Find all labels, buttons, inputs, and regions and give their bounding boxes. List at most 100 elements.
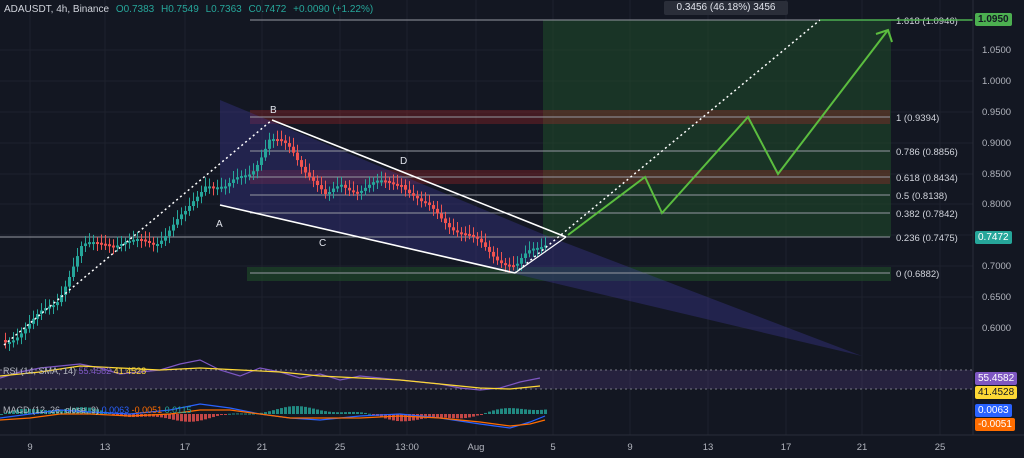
symbol-name[interactable]: ADAUSDT, 4h, Binance [4, 4, 109, 15]
candle-body [320, 185, 323, 190]
macd-value-1: 0.0063 [101, 405, 130, 415]
candle-body [268, 139, 271, 149]
price-chart[interactable]: 1.618 (1.0946) 1 (0.9394) 0.786 (0.8856)… [0, 0, 1024, 458]
macd-bar [472, 414, 475, 417]
macd-bar [272, 410, 275, 414]
macd-bar [492, 410, 495, 414]
candle-body [388, 180, 391, 183]
candle-body [516, 263, 519, 266]
macd-bar [504, 408, 507, 414]
macd-bar [480, 414, 483, 415]
candle-body [260, 157, 263, 165]
macd-bar [344, 412, 347, 414]
point-c-label: C [319, 238, 326, 249]
macd-bar [180, 414, 183, 422]
macd-bar [320, 410, 323, 414]
macd-bar [220, 414, 223, 416]
macd-value-tag: 0.0063 [975, 404, 1012, 417]
candle-body [200, 192, 203, 197]
rsi-value-2: 41.4528 [113, 366, 147, 376]
macd-bar [508, 408, 511, 414]
macd-bar [312, 408, 315, 414]
macd-bar [516, 408, 519, 414]
time-axis[interactable] [0, 435, 973, 458]
candle-body [188, 206, 191, 211]
time-tick-label: 17 [180, 442, 191, 453]
current-price-tag: 0.7472 [975, 231, 1012, 244]
macd-bar [232, 413, 235, 415]
macd-bar [440, 414, 443, 418]
candle-body [364, 187, 367, 191]
macd-bar [456, 414, 459, 419]
candle-body [328, 192, 331, 195]
candle-body [36, 314, 39, 319]
candle-body [132, 239, 135, 242]
measure-label: 0.3456 (46.18%) 3456 [664, 1, 788, 15]
candle-body [444, 218, 447, 224]
candle-body [484, 242, 487, 247]
macd-legend[interactable]: MACD (12, 26, close, 9) 0.0063 -0.0051 0… [3, 405, 192, 415]
rsi-ma-tag: 41.4528 [975, 386, 1018, 399]
rsi-value-1: 55.4582 [78, 366, 112, 376]
fib-label-1: 1 (0.9394) [896, 113, 939, 124]
candle-body [100, 242, 103, 245]
price-tick-label: 1.0500 [982, 45, 1011, 56]
time-tick-label: 9 [627, 442, 632, 453]
macd-bar [244, 413, 247, 415]
price-axis[interactable] [973, 0, 1024, 435]
candle-body [292, 146, 295, 153]
candle-body [528, 250, 531, 254]
time-tick-label: 21 [257, 442, 268, 453]
fib-label-0: 0 (0.6882) [896, 269, 939, 280]
time-tick-label: 5 [550, 442, 555, 453]
macd-bar [444, 414, 447, 418]
rsi-legend[interactable]: RSI (14, SMA, 14) 55.4582 41.4528 [3, 366, 146, 376]
price-tick-label: 0.9000 [982, 138, 1011, 149]
candle-body [324, 189, 327, 195]
candle-body [436, 208, 439, 214]
candle-body [416, 195, 419, 199]
symbol-legend[interactable]: ADAUSDT, 4h, Binance O0.7383 H0.7549 L0.… [4, 4, 377, 15]
candle-body [540, 247, 543, 250]
candle-body [12, 340, 15, 343]
candle-body [52, 305, 55, 308]
macd-bar [356, 412, 359, 414]
candle-body [72, 266, 75, 277]
candle-body [20, 333, 23, 338]
macd-bar [476, 414, 479, 416]
macd-bar [332, 412, 335, 414]
candle-body [184, 210, 187, 215]
macd-bar [212, 414, 215, 418]
macd-bar [336, 412, 339, 414]
target-zone[interactable] [543, 20, 891, 237]
candle-body [496, 256, 499, 261]
fib-label-1618: 1.618 (1.0946) [896, 16, 958, 27]
candle-body [192, 201, 195, 207]
candle-body [380, 180, 383, 183]
point-b-label: B [270, 105, 277, 116]
candle-body [280, 139, 283, 142]
candle-body [340, 184, 343, 187]
candle-body [8, 341, 11, 344]
price-tick-label: 0.7000 [982, 261, 1011, 272]
price-tick-label: 0.8000 [982, 199, 1011, 210]
macd-bar [292, 406, 295, 414]
candle-body [256, 164, 259, 172]
candle-body [228, 182, 231, 187]
macd-bar [364, 412, 367, 414]
macd-bar [268, 411, 271, 414]
macd-bar [300, 406, 303, 414]
macd-bar [460, 414, 463, 419]
macd-bar [196, 414, 199, 422]
macd-bar [352, 411, 355, 414]
macd-bar [224, 414, 227, 415]
candle-body [392, 182, 395, 185]
macd-bar [524, 409, 527, 414]
candle-body [4, 340, 7, 343]
candle-body [92, 242, 95, 245]
time-tick-label: 17 [781, 442, 792, 453]
price-tick-label: 1.0000 [982, 76, 1011, 87]
point-d-label: D [400, 156, 407, 167]
time-tick-label: 13:00 [395, 442, 419, 453]
candle-body [348, 187, 351, 191]
